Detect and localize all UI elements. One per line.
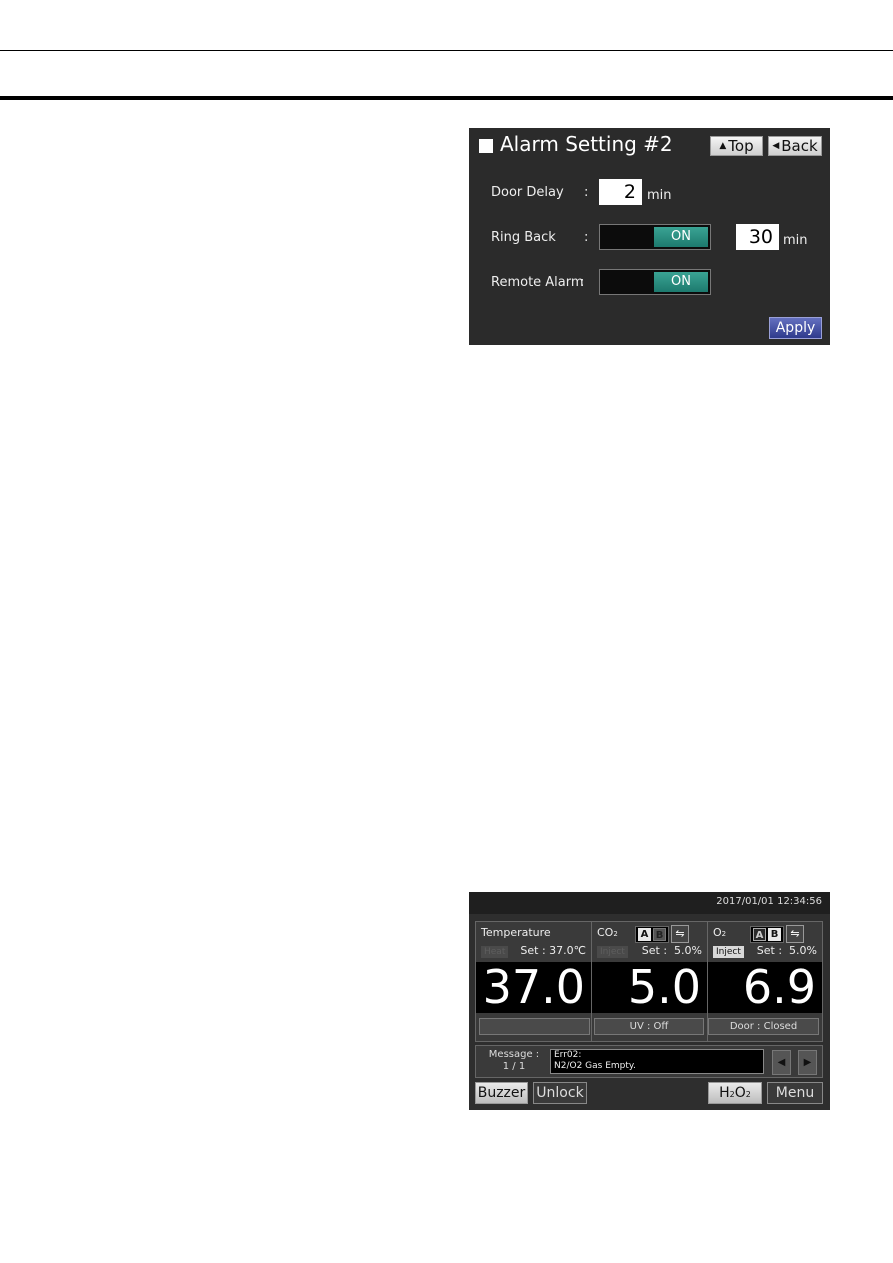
- checkbox-icon: [479, 139, 493, 153]
- message-label: Message : 1 / 1: [484, 1049, 544, 1073]
- remote-alarm-label: Remote Alarm: [491, 275, 584, 290]
- temperature-title: Temperature: [481, 926, 551, 939]
- heat-indicator: Heat: [481, 946, 509, 958]
- co2-cylinder-b[interactable]: B: [653, 927, 666, 941]
- top-button-label: Top: [728, 137, 754, 155]
- h2o2-label-h: H: [719, 1085, 730, 1101]
- ring-back-minutes-field[interactable]: 30: [736, 224, 779, 250]
- message-line-2: N2/O2 Gas Empty.: [554, 1061, 636, 1071]
- ring-back-toggle-state: ON: [654, 227, 708, 247]
- header-rule-thin: [0, 50, 893, 51]
- arrow-right-icon: ▶: [803, 1057, 812, 1068]
- back-button[interactable]: ◀ Back: [768, 136, 822, 156]
- arrow-left-icon: ◀: [772, 141, 780, 151]
- door-delay-unit: min: [647, 188, 672, 203]
- o2-title-sub: 2: [721, 930, 727, 938]
- ring-back-unit: min: [783, 233, 808, 248]
- remote-alarm-colon: :: [580, 275, 585, 290]
- co2-title-main: CO: [597, 926, 614, 939]
- temperature-setpoint: Set : 37.0℃: [520, 944, 586, 957]
- o2-title: O2: [713, 926, 726, 939]
- o2-cylinder-a[interactable]: A: [753, 927, 766, 941]
- datetime: 2017/01/01 12:34:56: [716, 896, 822, 907]
- h2o2-label-o: O: [734, 1085, 746, 1101]
- header-rule-thick: [0, 96, 893, 100]
- door-delay-colon: :: [584, 185, 589, 200]
- back-button-label: Back: [781, 137, 818, 155]
- gas-cylinder-icon[interactable]: ⇋: [671, 925, 689, 943]
- co2-inject-indicator: Inject: [597, 946, 628, 958]
- ring-back-toggle[interactable]: ON: [599, 224, 711, 250]
- uv-status: UV : Off: [594, 1018, 704, 1035]
- co2-title: CO2: [597, 926, 618, 939]
- message-label-text: Message :: [488, 1049, 540, 1060]
- co2-cylinder-group: A B: [635, 925, 669, 943]
- co2-cylinder-a[interactable]: A: [638, 927, 651, 941]
- status-bar: 2017/01/01 12:34:56: [469, 892, 830, 914]
- o2-inject-indicator: Inject: [713, 946, 744, 958]
- temperature-value: 37.0: [476, 962, 591, 1013]
- top-button[interactable]: ▲ Top: [710, 136, 763, 156]
- h2o2-button[interactable]: H2O2: [708, 1082, 762, 1104]
- o2-setpoint: Set : 5.0%: [756, 944, 817, 957]
- door-status: Door : Closed: [708, 1018, 819, 1035]
- door-delay-field[interactable]: 2: [599, 179, 642, 205]
- o2-cylinder-b[interactable]: B: [768, 927, 781, 941]
- o2-title-main: O: [713, 926, 722, 939]
- gas-cylinder-icon[interactable]: ⇋: [786, 925, 804, 943]
- co2-setpoint: Set : 5.0%: [641, 944, 702, 957]
- o2-value: 6.9: [708, 962, 822, 1013]
- co2-value: 5.0: [592, 962, 707, 1013]
- readings-panel: Temperature Heat Set : 37.0℃ 37.0 CO2 A …: [475, 921, 823, 1042]
- remote-alarm-toggle[interactable]: ON: [599, 269, 711, 295]
- o2-cylinder-group: A B: [750, 925, 784, 943]
- ring-back-colon: :: [584, 230, 589, 245]
- message-page-counter: 1 / 1: [502, 1061, 526, 1072]
- alarm-setting-screen: Alarm Setting #2 ▲ Top ◀ Back Door Delay…: [469, 128, 830, 345]
- arrow-up-icon: ▲: [719, 141, 727, 151]
- door-delay-label: Door Delay: [491, 185, 564, 200]
- arrow-left-icon: ◀: [777, 1057, 786, 1068]
- message-next-button[interactable]: ▶: [798, 1050, 817, 1075]
- h2o2-label-sub2: 2: [745, 1090, 751, 1099]
- o2-cylinder-selector[interactable]: A B ⇋: [750, 925, 804, 943]
- unlock-button[interactable]: Unlock: [533, 1082, 587, 1104]
- message-prev-button[interactable]: ◀: [772, 1050, 791, 1075]
- message-panel: Message : 1 / 1 Err02: N2/O2 Gas Empty. …: [475, 1045, 823, 1078]
- monitor-screen: 2017/01/01 12:34:56 Temperature Heat Set…: [469, 892, 830, 1110]
- co2-cylinder-selector[interactable]: A B ⇋: [635, 925, 689, 943]
- apply-button[interactable]: Apply: [769, 317, 822, 339]
- status-indicator-blank: [479, 1018, 590, 1035]
- co2-title-sub: 2: [613, 930, 618, 938]
- buzzer-button[interactable]: Buzzer: [475, 1082, 528, 1104]
- screen-title: Alarm Setting #2: [500, 132, 673, 156]
- ring-back-label: Ring Back: [491, 230, 556, 245]
- menu-button[interactable]: Menu: [767, 1082, 823, 1104]
- message-line-1: Err02:: [554, 1050, 582, 1060]
- message-box: Err02: N2/O2 Gas Empty.: [550, 1049, 764, 1074]
- remote-alarm-toggle-state: ON: [654, 272, 708, 292]
